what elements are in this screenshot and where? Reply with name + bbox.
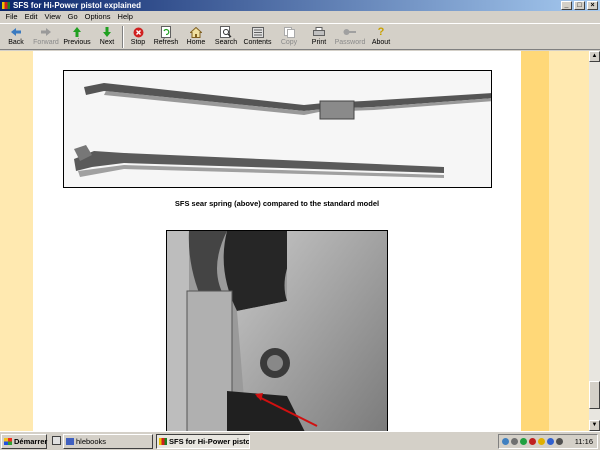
start-button[interactable]: Démarrer [1,434,47,449]
up-arrow-icon [70,26,84,38]
toolbar-separator [122,26,124,48]
question-mark-icon: ? [377,26,385,38]
menu-file[interactable]: File [2,11,21,23]
scroll-thumb[interactable] [589,381,600,409]
home-button[interactable]: Home [181,24,211,50]
copy-button[interactable]: Copy [274,24,304,50]
printer-icon [312,26,326,38]
clock: 11:16 [574,437,593,446]
pistol-mechanism-photo [166,230,388,431]
app-icon [2,2,10,9]
home-icon [189,26,203,38]
contents-button[interactable]: Contents [241,24,274,50]
tray-icon[interactable] [538,438,545,445]
menu-go[interactable]: Go [64,11,81,23]
title-bar: SFS for Hi-Power pistol explained _ □ × [0,0,600,11]
tray-icon[interactable] [511,438,518,445]
system-tray: 11:16 [498,434,598,449]
stop-button[interactable]: Stop [125,24,151,50]
menu-edit[interactable]: Edit [21,11,41,23]
next-button[interactable]: Next [93,24,121,50]
refresh-button[interactable]: Refresh [151,24,181,50]
scroll-up-button[interactable]: ▲ [589,51,600,62]
menu-options[interactable]: Options [81,11,114,23]
down-arrow-icon [100,26,114,38]
contents-icon [251,26,265,38]
page-body: SFS sear spring (above) compared to the … [33,51,521,431]
tray-icon[interactable] [520,438,527,445]
close-button[interactable]: × [587,1,598,10]
tray-icon[interactable] [547,438,554,445]
folder-icon [66,438,74,445]
vertical-scrollbar[interactable]: ▲ ▼ [589,51,600,431]
network-icon[interactable] [502,438,509,445]
help-file-icon [159,438,167,445]
volume-icon[interactable] [556,438,563,445]
minimize-button[interactable]: _ [561,1,572,10]
stop-icon [131,26,145,38]
menu-bar: File Edit View Go Options Help [0,11,600,23]
forward-arrow-icon [39,26,53,38]
photo-caption: SFS sear spring (above) compared to the … [174,199,380,208]
maximize-button[interactable]: □ [574,1,585,10]
sear-spring-comparison-photo [63,70,492,188]
windows-logo-icon [4,438,12,445]
print-button[interactable]: Print [304,24,334,50]
window-title: SFS for Hi-Power pistol explained [13,1,142,10]
back-arrow-icon [9,26,23,38]
toolbar: Back Forward Previous Next Stop Refresh [0,23,600,50]
previous-button[interactable]: Previous [61,24,93,50]
search-icon [219,26,233,38]
antivirus-icon[interactable] [529,438,536,445]
quicklaunch-desktop-icon[interactable] [52,436,61,445]
content-area: SFS sear spring (above) compared to the … [0,51,589,431]
menu-help[interactable]: Help [114,11,136,23]
taskbar: Démarrer hlebooks SFS for Hi-Power pisto… [0,431,600,450]
menu-view[interactable]: View [41,11,64,23]
taskbar-item-hlebooks[interactable]: hlebooks [63,434,153,449]
about-button[interactable]: ? About [366,24,396,50]
scroll-down-button[interactable]: ▼ [589,420,600,431]
forward-button[interactable]: Forward [31,24,61,50]
back-button[interactable]: Back [1,24,31,50]
password-button[interactable]: Password [334,24,366,50]
taskbar-item-sfs[interactable]: SFS for Hi-Power pisto... [156,434,250,449]
key-icon [343,26,357,38]
copy-icon [282,26,296,38]
refresh-icon [159,26,173,38]
page-side-stripe [521,51,549,431]
search-button[interactable]: Search [211,24,241,50]
